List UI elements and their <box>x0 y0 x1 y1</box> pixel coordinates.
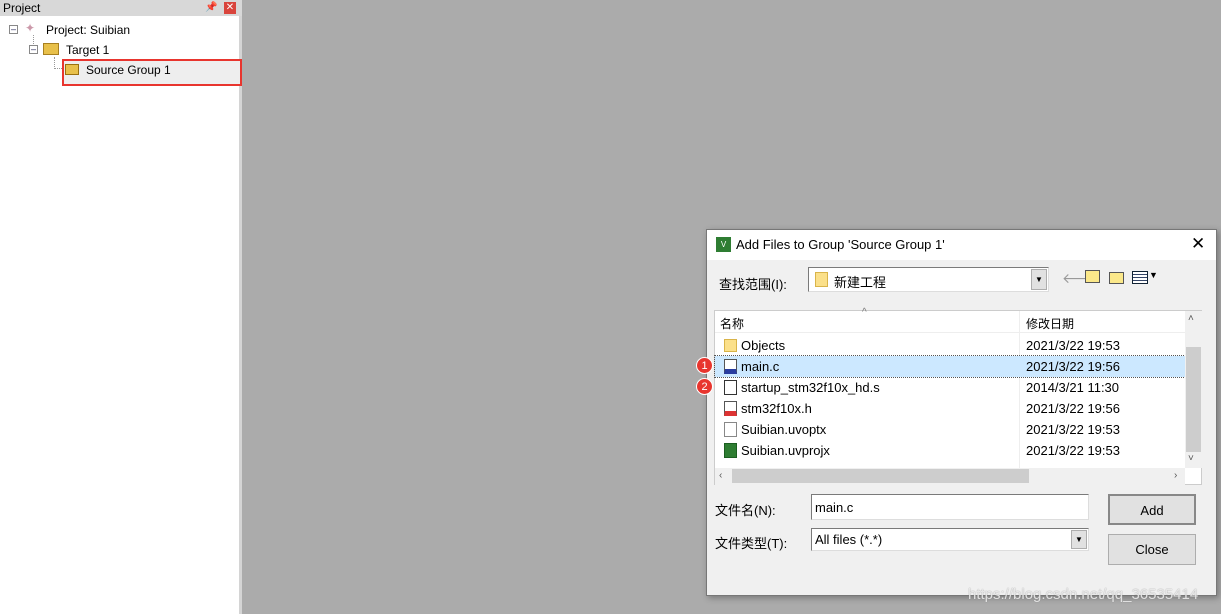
file-name: stm32f10x.h <box>741 401 812 416</box>
file-date: 2014/3/21 11:30 <box>1026 380 1120 395</box>
annotation-badge-2: 2 <box>696 378 713 395</box>
file-list: 名称 ^ 修改日期 Objects 2021/3/22 19:53 main.c 20… <box>714 307 1202 485</box>
folder-icon <box>65 64 79 75</box>
folder-icon <box>815 272 828 287</box>
scroll-thumb[interactable] <box>1186 347 1201 452</box>
pin-icon[interactable]: 📌 <box>205 2 217 14</box>
file-name: main.c <box>741 359 780 374</box>
file-name: Suibian.uvprojx <box>741 443 830 458</box>
list-header: 名称 ^ 修改日期 <box>715 307 1185 485</box>
h-file-icon <box>724 401 737 416</box>
file-icon <box>724 422 737 437</box>
file-row[interactable]: Objects 2021/3/22 19:53 <box>715 335 1185 356</box>
add-files-dialog: V Add Files to Group 'Source Group 1' ✕ … <box>706 229 1217 596</box>
chevron-down-icon[interactable]: ▼ <box>1071 530 1087 549</box>
vertical-scrollbar[interactable]: ˄ ˅ <box>1185 311 1202 468</box>
look-in-value: 新建工程 <box>834 275 887 290</box>
target-folder-icon <box>43 43 59 55</box>
add-button[interactable]: Add <box>1108 494 1196 525</box>
c-file-icon <box>724 359 737 374</box>
collapse-icon[interactable]: – <box>9 25 18 34</box>
folder-icon <box>724 339 737 352</box>
file-row[interactable]: Suibian.uvprojx 2021/3/22 19:53 <box>715 440 1185 461</box>
file-date: 2021/3/22 19:56 <box>1026 359 1120 374</box>
file-date: 2021/3/22 19:53 <box>1026 422 1120 437</box>
dialog-title: Add Files to Group 'Source Group 1' <box>736 237 945 252</box>
view-menu-icon[interactable] <box>1132 271 1148 284</box>
panel-title: Project <box>3 1 41 15</box>
tree-item-target[interactable]: Target 1 <box>66 42 109 58</box>
file-name: Suibian.uvoptx <box>741 422 827 437</box>
project-panel: Project 📌 ✕ – ✦ Project: Suibian – Targe… <box>0 0 242 614</box>
file-row[interactable]: stm32f10x.h 2021/3/22 19:56 <box>715 398 1185 419</box>
filename-label: 文件名(N): <box>715 503 776 518</box>
close-icon[interactable]: ✕ <box>224 2 236 14</box>
asm-file-icon <box>724 380 737 395</box>
chevron-down-icon[interactable]: ▼ <box>1031 269 1047 290</box>
look-in-label: 查找范围(I): <box>719 277 787 292</box>
filetype-label: 文件类型(T): <box>715 536 788 551</box>
file-row[interactable]: main.c 2021/3/22 19:56 <box>714 355 1186 378</box>
uvision-icon <box>724 443 737 458</box>
tree-item-project[interactable]: Project: Suibian <box>46 22 130 38</box>
annotation-badge-1: 1 <box>696 357 713 374</box>
file-row[interactable]: Suibian.uvoptx 2021/3/22 19:53 <box>715 419 1185 440</box>
up-folder-icon[interactable] <box>1085 270 1100 283</box>
chevron-down-icon[interactable]: ▼ <box>1149 270 1158 280</box>
filetype-value: All files (*.*) <box>815 532 883 547</box>
sort-ascending-icon: ^ <box>862 307 867 318</box>
filename-input[interactable] <box>811 494 1089 520</box>
watermark: https://blog.csdn.net/qq_36535414 <box>968 586 1199 603</box>
look-in-select[interactable]: 新建工程 ▼ <box>808 267 1049 292</box>
horizontal-scrollbar[interactable]: ‹ › <box>715 468 1185 485</box>
file-name: Objects <box>741 338 786 353</box>
close-icon[interactable]: ✕ <box>1191 234 1205 254</box>
file-row[interactable]: startup_stm32f10x_hd.s 2014/3/21 11:30 <box>715 377 1185 398</box>
tree-item-source-group[interactable]: Source Group 1 <box>86 62 171 78</box>
project-icon: ✦ <box>25 21 36 35</box>
new-folder-icon[interactable] <box>1109 272 1124 284</box>
close-button[interactable]: Close <box>1108 534 1196 565</box>
collapse-icon[interactable]: – <box>29 45 38 54</box>
file-date: 2021/3/22 19:56 <box>1026 401 1120 416</box>
file-name: startup_stm32f10x_hd.s <box>741 380 880 395</box>
filetype-select[interactable]: All files (*.*) ▼ <box>811 528 1089 551</box>
column-header-date[interactable]: 修改日期 <box>1026 315 1074 332</box>
file-date: 2021/3/22 19:53 <box>1026 338 1120 353</box>
uvision-app-icon: V <box>716 237 731 252</box>
column-header-name[interactable]: 名称 <box>720 315 744 332</box>
dialog-titlebar: V Add Files to Group 'Source Group 1' ✕ <box>707 230 1216 260</box>
scroll-thumb[interactable] <box>732 469 1029 483</box>
file-date: 2021/3/22 19:53 <box>1026 443 1120 458</box>
